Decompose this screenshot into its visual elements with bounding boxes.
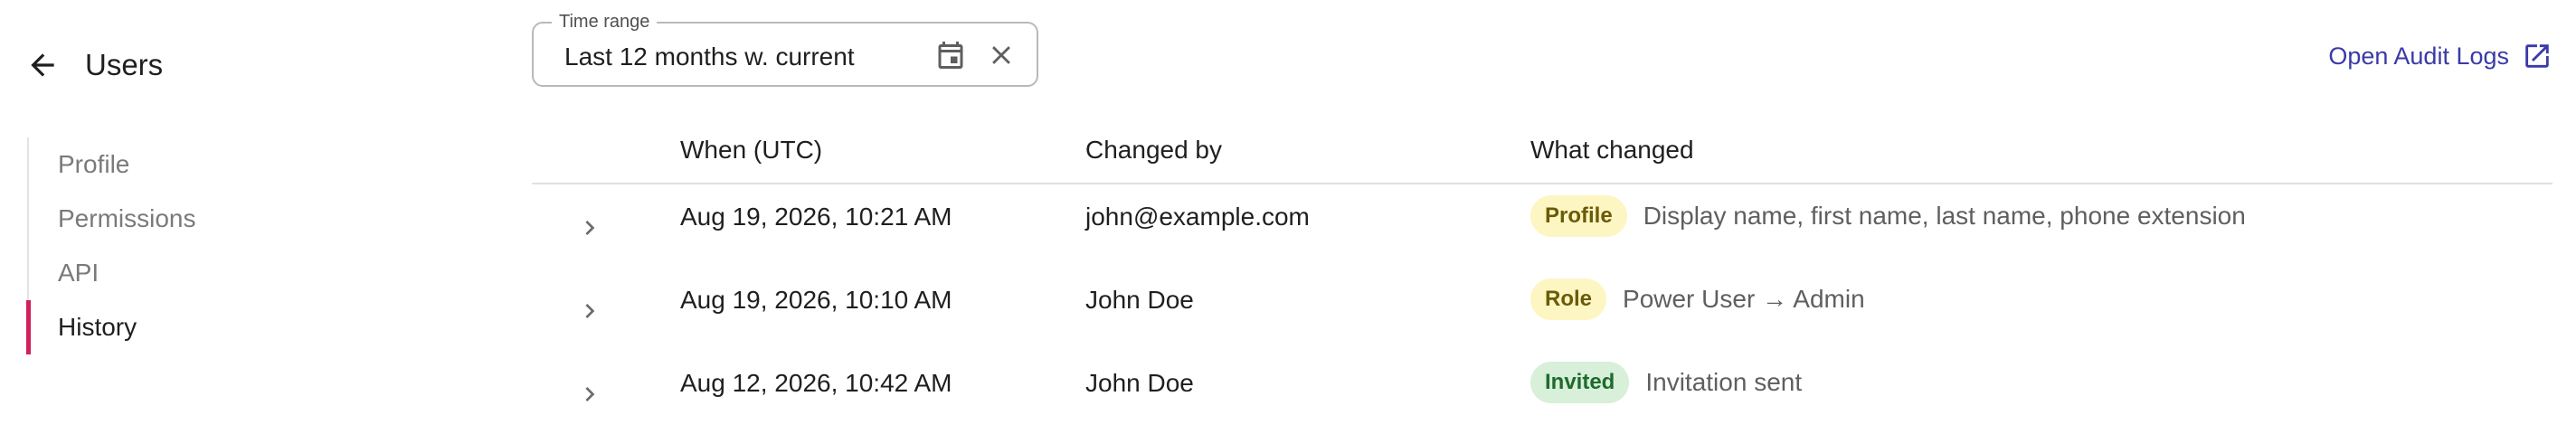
- table-row[interactable]: Aug 19, 2026, 10:10 AM John Doe Role Pow…: [532, 268, 2552, 351]
- what-changed-cell: Invited Invitation sent: [1530, 362, 1802, 403]
- changed-by-cell: john@example.com: [1085, 203, 1310, 231]
- when-cell: Aug 19, 2026, 10:21 AM: [680, 203, 952, 231]
- sidebar-item-profile[interactable]: Profile: [29, 137, 391, 192]
- table-row[interactable]: Aug 19, 2026, 10:21 AM john@example.com …: [532, 184, 2552, 268]
- column-header-changed-by: Changed by: [1085, 136, 1223, 164]
- what-changed-cell: Role Power User → Admin: [1530, 278, 1865, 320]
- sidebar-nav: Profile Permissions API History: [26, 137, 391, 354]
- column-header-when: When (UTC): [680, 136, 823, 164]
- open-audit-logs-link[interactable]: Open Audit Logs: [2328, 36, 2552, 76]
- calendar-icon: [938, 42, 963, 69]
- close-icon: [992, 46, 1010, 64]
- back-button[interactable]: [20, 45, 65, 85]
- change-type-badge: Invited: [1530, 362, 1630, 403]
- expand-row-button[interactable]: [572, 210, 608, 246]
- column-header-what-changed: What changed: [1530, 136, 1694, 164]
- changed-by-cell: John Doe: [1085, 369, 1194, 397]
- page-title: Users: [85, 48, 164, 81]
- calendar-button[interactable]: [932, 36, 970, 74]
- sidebar-item-permissions[interactable]: Permissions: [29, 192, 391, 246]
- time-range-value[interactable]: Last 12 months w. current: [564, 42, 855, 72]
- time-range-field[interactable]: Time range Last 12 months w. current: [532, 11, 1038, 87]
- change-type-badge: Profile: [1530, 195, 1627, 237]
- changed-by-cell: John Doe: [1085, 286, 1194, 314]
- clear-button[interactable]: [982, 36, 1020, 74]
- time-range-label: Time range: [552, 11, 658, 33]
- external-link-icon: [2525, 44, 2549, 68]
- table-row[interactable]: Aug 12, 2026, 10:42 AM John Doe Invited …: [532, 351, 2552, 434]
- change-description: Display name, first name, last name, pho…: [1643, 202, 2246, 230]
- chevron-right-icon: [585, 387, 595, 401]
- open-audit-logs-label: Open Audit Logs: [2328, 42, 2509, 70]
- expand-row-button[interactable]: [572, 293, 608, 329]
- sidebar-item-history[interactable]: History: [26, 300, 391, 354]
- chevron-right-icon: [585, 304, 595, 318]
- when-cell: Aug 19, 2026, 10:10 AM: [680, 286, 952, 314]
- when-cell: Aug 12, 2026, 10:42 AM: [680, 369, 952, 397]
- table-header: When (UTC) Changed by What changed: [532, 127, 2552, 184]
- sidebar-item-api[interactable]: API: [29, 246, 391, 300]
- change-description: Invitation sent: [1645, 368, 1803, 396]
- expand-row-button[interactable]: [572, 376, 608, 412]
- what-changed-cell: Profile Display name, first name, last n…: [1530, 195, 2246, 237]
- chevron-right-icon: [585, 221, 595, 235]
- arrow-left-icon: [31, 53, 54, 77]
- change-type-badge: Role: [1530, 278, 1607, 320]
- change-description: Power User → Admin: [1623, 285, 1865, 313]
- history-table: When (UTC) Changed by What changed Aug 1…: [532, 127, 2552, 434]
